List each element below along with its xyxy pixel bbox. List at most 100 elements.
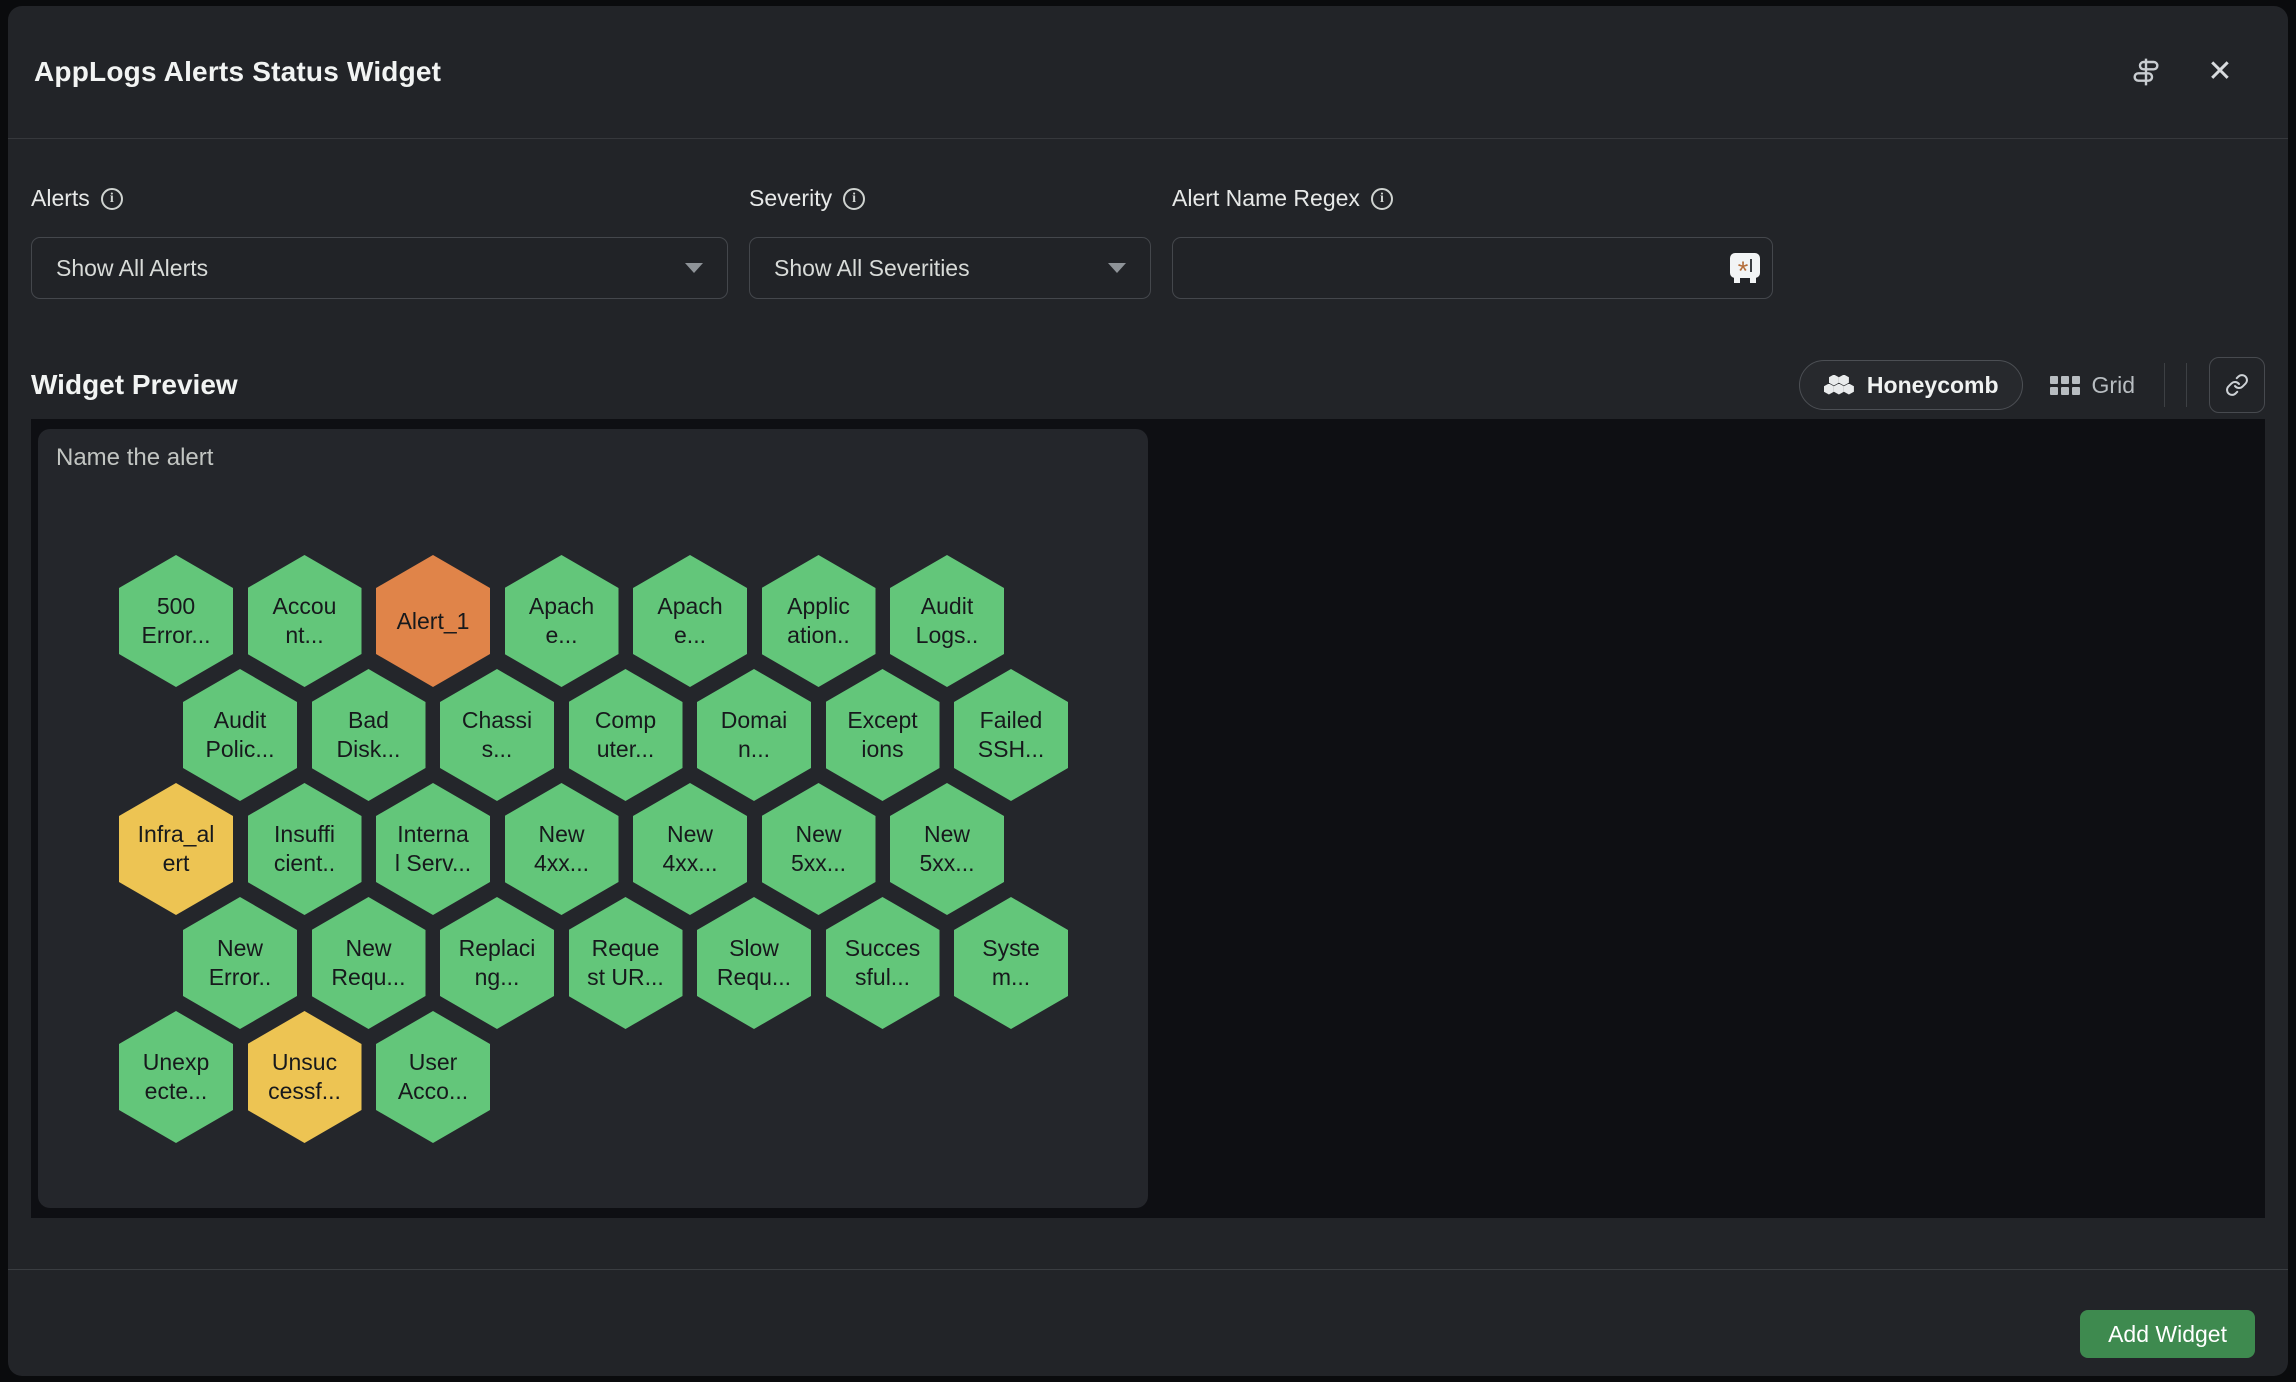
alert-hexagon[interactable]: Apache... <box>633 555 747 687</box>
alert-hexagon-label: Apach <box>529 592 594 621</box>
alert-hexagon[interactable]: New5xx... <box>890 783 1004 915</box>
alerts-label-text: Alerts <box>31 185 90 212</box>
honeycomb-toggle-label: Honeycomb <box>1867 372 1999 399</box>
info-icon[interactable]: i <box>1371 188 1393 210</box>
preview-header: Widget Preview Honeycomb Grid <box>8 299 2288 413</box>
alert-hexagon-label: Acco... <box>398 1077 468 1106</box>
modal-title: AppLogs Alerts Status Widget <box>34 56 2124 88</box>
grid-toggle-label: Grid <box>2092 372 2135 399</box>
alert-hexagon[interactable]: Chassis... <box>440 669 554 801</box>
alert-hexagon[interactable]: Unexpecte... <box>119 1011 233 1143</box>
alert-hexagon-label: Bad <box>348 706 389 735</box>
alert-hexagon[interactable]: 500Error... <box>119 555 233 687</box>
alert-hexagon-label: Replaci <box>459 934 536 963</box>
cursor-bar <box>1750 259 1752 272</box>
signpost-icon <box>2130 56 2162 88</box>
alert-hexagon[interactable]: AuditPolic... <box>183 669 297 801</box>
severity-label-text: Severity <box>749 185 832 212</box>
close-icon: ✕ <box>2207 57 2232 87</box>
divider <box>2164 363 2165 407</box>
regex-label: Alert Name Regex i <box>1172 185 1773 212</box>
alert-hexagon[interactable]: New4xx... <box>633 783 747 915</box>
add-widget-button[interactable]: Add Widget <box>2080 1310 2255 1358</box>
alert-hexagon-label: uter... <box>597 735 655 764</box>
alert-hexagon-label: Except <box>847 706 917 735</box>
copy-link-button[interactable] <box>2209 357 2265 413</box>
alert-hexagon[interactable]: Internal Serv... <box>376 783 490 915</box>
alert-hexagon-label: 5xx... <box>791 849 846 878</box>
alert-hexagon[interactable]: AuditLogs.. <box>890 555 1004 687</box>
alert-hexagon-label: cessf... <box>268 1077 341 1106</box>
alert-hexagon[interactable]: Computer... <box>569 669 683 801</box>
alert-hexagon-label: ecte... <box>145 1077 208 1106</box>
alert-hexagon[interactable]: Request UR... <box>569 897 683 1029</box>
view-toggle-honeycomb[interactable]: Honeycomb <box>1799 360 2023 410</box>
alert-hexagon[interactable]: Alert_1 <box>376 555 490 687</box>
alert-hexagon-label: Unexp <box>143 1048 209 1077</box>
honeycomb-icon <box>1823 375 1854 396</box>
alert-hexagon[interactable]: Successful... <box>826 897 940 1029</box>
alert-hexagon-label: Logs.. <box>916 621 979 650</box>
alert-hexagon-label: Error... <box>141 621 210 650</box>
alert-hexagon-label: Alert_1 <box>397 607 470 636</box>
alert-hexagon-label: 5xx... <box>920 849 975 878</box>
alert-hexagon-label: n... <box>738 735 770 764</box>
link-icon <box>2225 373 2249 397</box>
chevron-down-icon <box>685 263 703 273</box>
alert-hexagon[interactable]: Insufficient.. <box>248 783 362 915</box>
alert-hexagon[interactable]: Domain... <box>697 669 811 801</box>
alert-hexagon-label: e... <box>674 621 706 650</box>
regex-input-wrapper: * <box>1172 237 1773 299</box>
alert-hexagon[interactable]: New5xx... <box>762 783 876 915</box>
regex-label-text: Alert Name Regex <box>1172 185 1360 212</box>
alert-hexagon-label: Infra_al <box>138 820 215 849</box>
alert-hexagon-label: sful... <box>855 963 910 992</box>
severity-select[interactable]: Show All Severities <box>749 237 1151 299</box>
alert-hexagon-label: 4xx... <box>663 849 718 878</box>
regex-field-group: Alert Name Regex i * <box>1172 185 1773 299</box>
alert-hexagon[interactable]: Apache... <box>505 555 619 687</box>
alerts-select[interactable]: Show All Alerts <box>31 237 728 299</box>
divider <box>2186 363 2187 407</box>
alert-hexagon-label: Audit <box>921 592 973 621</box>
alert-hexagon[interactable]: System... <box>954 897 1068 1029</box>
alert-hexagon[interactable]: UserAcco... <box>376 1011 490 1143</box>
alert-hexagon[interactable]: Account... <box>248 555 362 687</box>
view-toggle-grid[interactable]: Grid <box>2050 372 2135 399</box>
severity-select-value: Show All Severities <box>774 255 1108 282</box>
widget-preview-area: Name the alert 500Error...Account...Aler… <box>31 419 2265 1218</box>
alert-hexagon[interactable]: Infra_alert <box>119 783 233 915</box>
alert-hexagon[interactable]: Unsuccessf... <box>248 1011 362 1143</box>
close-button[interactable]: ✕ <box>2198 50 2242 94</box>
alert-hexagon-label: Comp <box>595 706 656 735</box>
modal-footer: Add Widget <box>8 1270 2288 1358</box>
alert-hexagon[interactable]: Exceptions <box>826 669 940 801</box>
filters-row: Alerts i Show All Alerts Severity i Show… <box>8 139 2288 299</box>
chevron-down-icon <box>1108 263 1126 273</box>
alert-hexagon-label: New <box>538 820 584 849</box>
alert-hexagon-label: New <box>795 820 841 849</box>
info-icon[interactable]: i <box>843 188 865 210</box>
alert-hexagon[interactable]: BadDisk... <box>312 669 426 801</box>
alert-hexagon-label: New <box>345 934 391 963</box>
alert-hexagon-label: Disk... <box>337 735 401 764</box>
alert-hexagon-label: Succes <box>845 934 920 963</box>
alert-hexagon-label: User <box>409 1048 458 1077</box>
widget-panel-button[interactable] <box>2124 50 2168 94</box>
alert-hexagon[interactable]: New4xx... <box>505 783 619 915</box>
alert-hexagon[interactable]: FailedSSH... <box>954 669 1068 801</box>
alert-hexagon-label: nt... <box>285 621 323 650</box>
info-icon[interactable]: i <box>101 188 123 210</box>
alert-hexagon[interactable]: NewError.. <box>183 897 297 1029</box>
alert-hexagon-label: Chassi <box>462 706 532 735</box>
modal-header: AppLogs Alerts Status Widget ✕ <box>8 6 2288 139</box>
regex-input[interactable] <box>1197 255 1748 282</box>
alert-hexagon-label: ation.. <box>787 621 850 650</box>
alert-hexagon-label: e... <box>546 621 578 650</box>
alert-hexagon[interactable]: Replacing... <box>440 897 554 1029</box>
alert-hexagon-label: s... <box>482 735 513 764</box>
alert-hexagon-label: ert <box>163 849 190 878</box>
alert-hexagon[interactable]: NewRequ... <box>312 897 426 1029</box>
alert-hexagon[interactable]: SlowRequ... <box>697 897 811 1029</box>
alert-hexagon[interactable]: Application.. <box>762 555 876 687</box>
